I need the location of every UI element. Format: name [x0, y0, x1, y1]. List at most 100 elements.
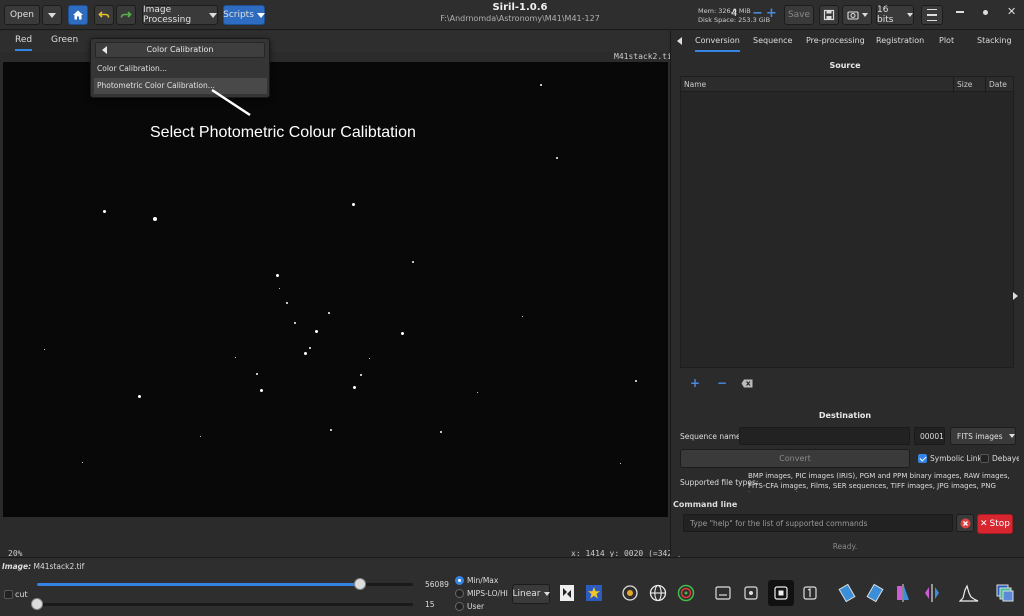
close-icon[interactable]: ✕ — [1007, 5, 1016, 18]
destination-title: Destination — [818, 411, 872, 420]
low-slider-knob[interactable] — [31, 598, 43, 610]
add-files-icon[interactable]: + — [690, 376, 700, 390]
source-title: Source — [829, 61, 861, 70]
undo-button[interactable] — [94, 5, 114, 25]
open-recent-dropdown-button[interactable] — [42, 5, 62, 25]
panel-collapse-icon[interactable] — [1013, 292, 1018, 300]
cut-checkbox[interactable] — [4, 590, 13, 599]
rotate-left-icon[interactable] — [836, 582, 858, 604]
annotation-pointer-icon — [211, 88, 251, 117]
clear-list-icon[interactable] — [741, 379, 753, 388]
chevron-down-icon — [543, 592, 550, 596]
mode-user-label: User — [467, 602, 485, 611]
layers-icon[interactable] — [994, 582, 1016, 604]
output-format-selector[interactable]: FITS images — [950, 427, 1016, 445]
star — [82, 462, 83, 463]
home-button[interactable] — [68, 5, 88, 25]
sequence-start-input[interactable]: 00001 — [914, 427, 945, 445]
window-title-block: Siril-1.0.6 F:\Andrnomda\Astronomy\M41\M… — [420, 2, 620, 23]
command-input[interactable]: Type "help" for the list of supported co… — [683, 514, 953, 532]
save-button[interactable]: Save — [784, 5, 814, 25]
minimize-icon[interactable] — [956, 11, 964, 13]
debayer-checkbox[interactable] — [980, 454, 989, 463]
symbolic-link-checkbox[interactable] — [918, 454, 927, 463]
menu-item-color-calibration[interactable]: Color Calibration... — [94, 61, 267, 77]
save-as-button[interactable] — [819, 5, 839, 25]
redo-button[interactable] — [116, 5, 136, 25]
symbolic-link-label: Symbolic Link — [930, 454, 982, 463]
column-date[interactable]: Date — [989, 80, 1007, 89]
tab-pre-processing[interactable]: Pre-processing — [806, 36, 865, 45]
globe-icon[interactable] — [647, 582, 669, 604]
tab-registration[interactable]: Registration — [876, 36, 924, 45]
stars-list-icon[interactable] — [712, 582, 734, 604]
photometry-icon[interactable] — [619, 582, 641, 604]
fit-to-window-icon[interactable] — [768, 580, 794, 606]
zoom-one-icon[interactable] — [799, 582, 821, 604]
star — [315, 330, 318, 333]
snapshot-button[interactable] — [842, 5, 872, 25]
tab-red-channel[interactable]: Red — [15, 35, 33, 51]
rotate-right-icon[interactable] — [864, 582, 886, 604]
minus-icon[interactable]: − — [752, 6, 763, 21]
low-slider-track[interactable] — [37, 603, 413, 606]
image-processing-menu-button[interactable]: Image Processing — [142, 5, 218, 25]
plus-icon[interactable]: + — [766, 6, 777, 21]
tab-plot[interactable]: Plot — [939, 36, 954, 45]
tab-stacking[interactable]: Stacking — [977, 36, 1012, 45]
submenu-back-header[interactable]: Color Calibration — [95, 42, 265, 58]
radio-user[interactable] — [455, 602, 464, 611]
camera-icon — [846, 11, 859, 20]
high-value[interactable]: 56089 — [425, 580, 449, 589]
mirror-x-icon[interactable] — [892, 582, 914, 604]
source-file-list[interactable]: Name Size Date — [680, 76, 1014, 368]
radio-mips[interactable] — [455, 589, 464, 598]
chevron-down-icon — [209, 12, 217, 18]
cut-label: cut — [15, 590, 28, 599]
tab-green-channel[interactable]: Green — [51, 35, 78, 45]
sequence-name-input[interactable] — [739, 427, 910, 445]
star — [369, 358, 370, 359]
open-button[interactable]: Open — [4, 5, 40, 25]
star — [103, 210, 106, 213]
right-panel: Conversion Sequence Pre-processing Regis… — [670, 31, 1019, 556]
debayer-label: Debayer — [992, 454, 1019, 463]
image-frame-icon[interactable] — [740, 582, 762, 604]
color-star-icon[interactable] — [583, 582, 605, 604]
histogram-icon[interactable] — [958, 582, 980, 604]
thread-count-value[interactable]: 4 — [731, 8, 737, 19]
remove-file-icon[interactable]: − — [717, 376, 727, 390]
stop-button[interactable]: ✕ Stop — [977, 514, 1013, 534]
star — [620, 463, 621, 464]
star — [286, 302, 288, 304]
tab-sequence[interactable]: Sequence — [753, 36, 792, 45]
stop-icon: ✕ — [979, 519, 988, 529]
target-icon[interactable] — [675, 582, 697, 604]
chevron-down-icon — [907, 13, 913, 17]
clear-command-button[interactable] — [956, 514, 974, 532]
maximize-icon[interactable] — [983, 10, 988, 15]
main-menu-button[interactable] — [921, 5, 943, 25]
status-text: Ready. — [832, 542, 858, 551]
clear-icon — [960, 518, 970, 528]
column-size[interactable]: Size — [957, 80, 972, 89]
column-name[interactable]: Name — [684, 80, 706, 89]
radio-min-max[interactable] — [455, 576, 464, 585]
current-directory-path: F:\Andrnomda\Astronomy\M41\M41-127 — [440, 14, 600, 23]
tab-conversion[interactable]: Conversion — [695, 36, 740, 52]
chevron-down-icon — [1008, 434, 1015, 438]
display-scale-selector[interactable]: Linear — [512, 584, 550, 604]
scripts-menu-button[interactable]: Scripts — [223, 5, 265, 25]
star — [276, 274, 279, 277]
supported-types-label: Supported file types: — [680, 478, 759, 487]
negative-view-icon[interactable] — [556, 582, 578, 604]
low-value[interactable]: 15 — [425, 600, 435, 609]
scripts-label: Scripts — [223, 10, 254, 20]
convert-button[interactable]: Convert — [680, 449, 910, 468]
star — [256, 373, 258, 375]
star — [44, 349, 45, 350]
tabs-scroll-left-icon[interactable] — [677, 37, 682, 45]
redo-icon — [120, 11, 132, 18]
bit-depth-selector[interactable]: 16 bits — [876, 5, 914, 25]
mirror-y-icon[interactable] — [921, 582, 943, 604]
